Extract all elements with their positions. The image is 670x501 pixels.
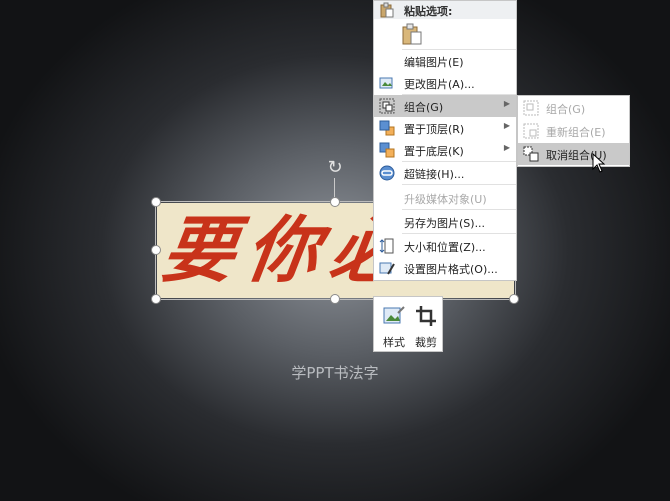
paste-options-label: 粘贴选项:	[404, 5, 453, 18]
menu-separator	[402, 184, 516, 185]
submenu-item-ungroup[interactable]: 取消组合(U)	[518, 143, 629, 165]
group-icon	[523, 100, 539, 116]
group-icon	[379, 98, 395, 114]
group-submenu: 组合(G) 重新组合(E) 取消组合(U)	[517, 95, 630, 167]
resize-handle-bottom-left[interactable]	[151, 294, 161, 304]
mini-toolbar: 样式 裁剪	[373, 296, 443, 352]
menu-item-bring-to-front[interactable]: 置于顶层(R) ▶	[374, 117, 516, 139]
menu-separator	[402, 233, 516, 234]
paste-keep-format-icon[interactable]	[402, 23, 422, 45]
menu-item-upgrade-media[interactable]: 升级媒体对象(U)	[374, 187, 516, 209]
format-picture-icon	[379, 262, 395, 275]
resize-handle-bottom[interactable]	[330, 294, 340, 304]
submenu-item-group[interactable]: 组合(G)	[518, 97, 629, 119]
menu-item-size-position[interactable]: 大小和位置(Z)...	[374, 235, 516, 257]
submenu-arrow-icon: ▶	[503, 121, 510, 130]
menu-item-format-picture[interactable]: 设置图片格式(O)...	[374, 257, 516, 279]
menu-item-change-picture[interactable]: 更改图片(A)...	[374, 72, 516, 94]
send-to-back-icon	[379, 142, 395, 158]
menu-item-send-to-back[interactable]: 置于底层(K) ▶	[374, 139, 516, 161]
picture-style-icon	[383, 306, 405, 324]
resize-handle-bottom-right[interactable]	[509, 294, 519, 304]
regroup-icon	[523, 123, 539, 139]
context-menu: 粘贴选项: 编辑图片(E) 更改图片(A)... 组合(G) ▶ 置于顶层(R)…	[373, 0, 517, 281]
slide-caption: 学PPT书法字	[291, 364, 379, 382]
bring-to-front-icon	[379, 120, 395, 136]
style-button[interactable]: 样式	[378, 301, 410, 349]
size-position-icon	[379, 238, 394, 254]
menu-separator	[402, 209, 516, 210]
resize-handle-left[interactable]	[151, 245, 161, 255]
submenu-arrow-icon: ▶	[503, 143, 510, 152]
ungroup-icon	[523, 146, 539, 162]
menu-item-group[interactable]: 组合(G) ▶	[374, 95, 516, 117]
crop-icon	[416, 306, 436, 326]
change-picture-icon	[379, 77, 393, 89]
crop-button[interactable]: 裁剪	[410, 301, 442, 349]
paste-icon	[380, 2, 394, 18]
resize-handle-top-left[interactable]	[151, 197, 161, 207]
menu-item-hyperlink[interactable]: 超链接(H)...	[374, 162, 516, 184]
mouse-cursor-icon	[592, 153, 606, 173]
submenu-arrow-icon: ▶	[503, 99, 510, 108]
menu-item-save-as-picture[interactable]: 另存为图片(S)...	[374, 211, 516, 233]
paste-options-header: 粘贴选项:	[374, 1, 516, 19]
submenu-item-regroup[interactable]: 重新组合(E)	[518, 120, 629, 142]
hyperlink-icon	[379, 165, 395, 181]
rotate-handle-icon[interactable]: ↻	[325, 158, 345, 178]
resize-handle-top[interactable]	[330, 197, 340, 207]
menu-item-edit-picture[interactable]: 编辑图片(E)	[374, 50, 516, 72]
